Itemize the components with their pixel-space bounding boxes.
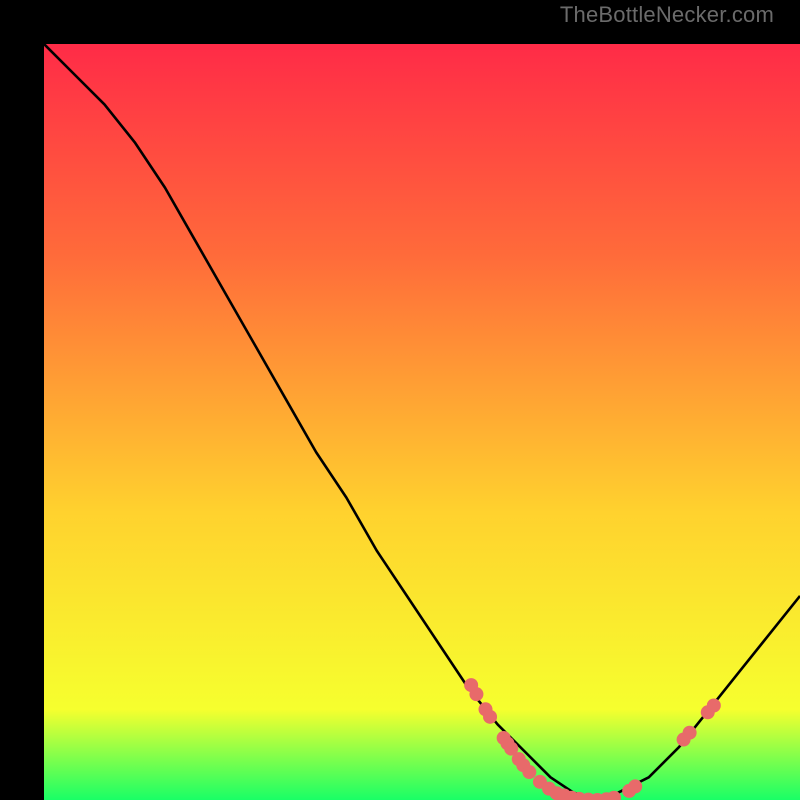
curve-marker <box>483 710 497 724</box>
curve-marker <box>469 687 483 701</box>
gradient-background <box>44 44 800 800</box>
curve-marker <box>628 779 642 793</box>
watermark-text: TheBottleNecker.com <box>560 2 774 28</box>
bottleneck-chart <box>44 44 800 800</box>
curve-marker <box>522 765 536 779</box>
curve-marker <box>707 699 721 713</box>
curve-marker <box>683 726 697 740</box>
chart-frame <box>22 22 778 778</box>
